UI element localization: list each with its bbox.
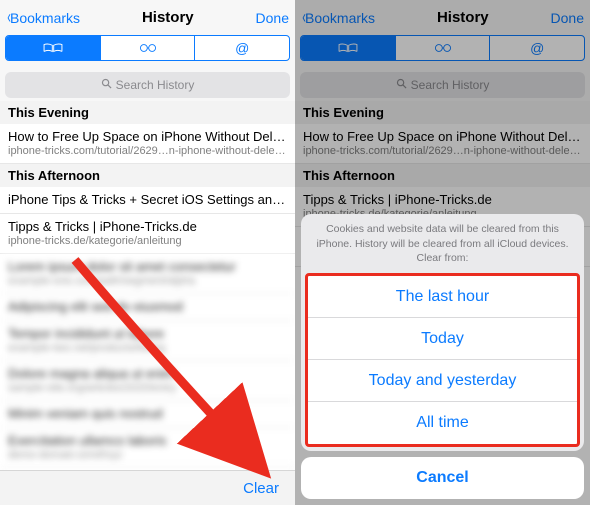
list-item[interactable]: iPhone Tips & Tricks + Secret iOS Settin… xyxy=(0,187,295,214)
tab-bookmarks[interactable] xyxy=(6,36,101,60)
at-icon: @ xyxy=(530,40,544,56)
segmented-control: @ xyxy=(5,35,290,61)
history-screen-right: ‹ Bookmarks History Done @ Search Histor… xyxy=(295,0,590,505)
section-header: This Afternoon xyxy=(295,164,590,187)
search-icon xyxy=(396,78,407,92)
tab-bookmarks[interactable] xyxy=(301,36,396,60)
back-label: Bookmarks xyxy=(10,10,80,26)
done-button[interactable]: Done xyxy=(551,10,584,26)
segmented-control: @ xyxy=(300,35,585,61)
blurred-region: Lorem ipsum dolor sit amet consecteturex… xyxy=(0,254,295,468)
tab-shared-links[interactable]: @ xyxy=(195,36,289,60)
back-label: Bookmarks xyxy=(305,10,375,26)
at-icon: @ xyxy=(235,40,249,56)
nav-bar: ‹ Bookmarks History Done xyxy=(0,0,295,35)
page-title: History xyxy=(142,9,194,26)
clear-last-hour-button[interactable]: The last hour xyxy=(308,276,577,318)
book-icon xyxy=(42,41,64,55)
search-input[interactable]: Search History xyxy=(300,72,585,98)
list-item[interactable]: Tipps & Tricks | iPhone-Tricks.de iphone… xyxy=(0,214,295,254)
nav-bar: ‹ Bookmarks History Done xyxy=(295,0,590,35)
search-icon xyxy=(101,78,112,92)
list-item[interactable]: How to Free Up Space on iPhone Without D… xyxy=(0,124,295,164)
list-item[interactable]: How to Free Up Space on iPhone Without D… xyxy=(295,124,590,164)
section-header: This Evening xyxy=(0,101,295,124)
tab-reading-list[interactable] xyxy=(101,36,196,60)
chevron-left-icon: ‹ xyxy=(7,7,11,28)
cancel-button[interactable]: Cancel xyxy=(301,457,584,499)
back-button[interactable]: ‹ Bookmarks xyxy=(6,7,80,28)
back-button[interactable]: ‹ Bookmarks xyxy=(301,7,375,28)
history-list: This Evening How to Free Up Space on iPh… xyxy=(0,101,295,470)
clear-button[interactable]: Clear xyxy=(243,480,279,497)
sheet-options-highlight: The last hour Today Today and yesterday … xyxy=(305,273,580,447)
search-placeholder: Search History xyxy=(116,78,195,92)
search-input[interactable]: Search History xyxy=(5,72,290,98)
section-header: This Evening xyxy=(295,101,590,124)
bottom-toolbar: Clear xyxy=(0,470,295,505)
history-screen-left: ‹ Bookmarks History Done @ Search Histor… xyxy=(0,0,295,505)
sheet-message: Cookies and website data will be cleared… xyxy=(301,214,584,273)
clear-all-time-button[interactable]: All time xyxy=(308,402,577,444)
clear-today-button[interactable]: Today xyxy=(308,318,577,360)
done-button[interactable]: Done xyxy=(256,10,289,26)
glasses-icon xyxy=(137,41,159,55)
page-title: History xyxy=(437,9,489,26)
tab-reading-list[interactable] xyxy=(396,36,491,60)
section-header: This Afternoon xyxy=(0,164,295,187)
search-placeholder: Search History xyxy=(411,78,490,92)
chevron-left-icon: ‹ xyxy=(302,7,306,28)
tab-shared-links[interactable]: @ xyxy=(490,36,584,60)
clear-today-yesterday-button[interactable]: Today and yesterday xyxy=(308,360,577,402)
glasses-icon xyxy=(432,41,454,55)
book-icon xyxy=(337,41,359,55)
action-sheet: Cookies and website data will be cleared… xyxy=(295,208,590,505)
